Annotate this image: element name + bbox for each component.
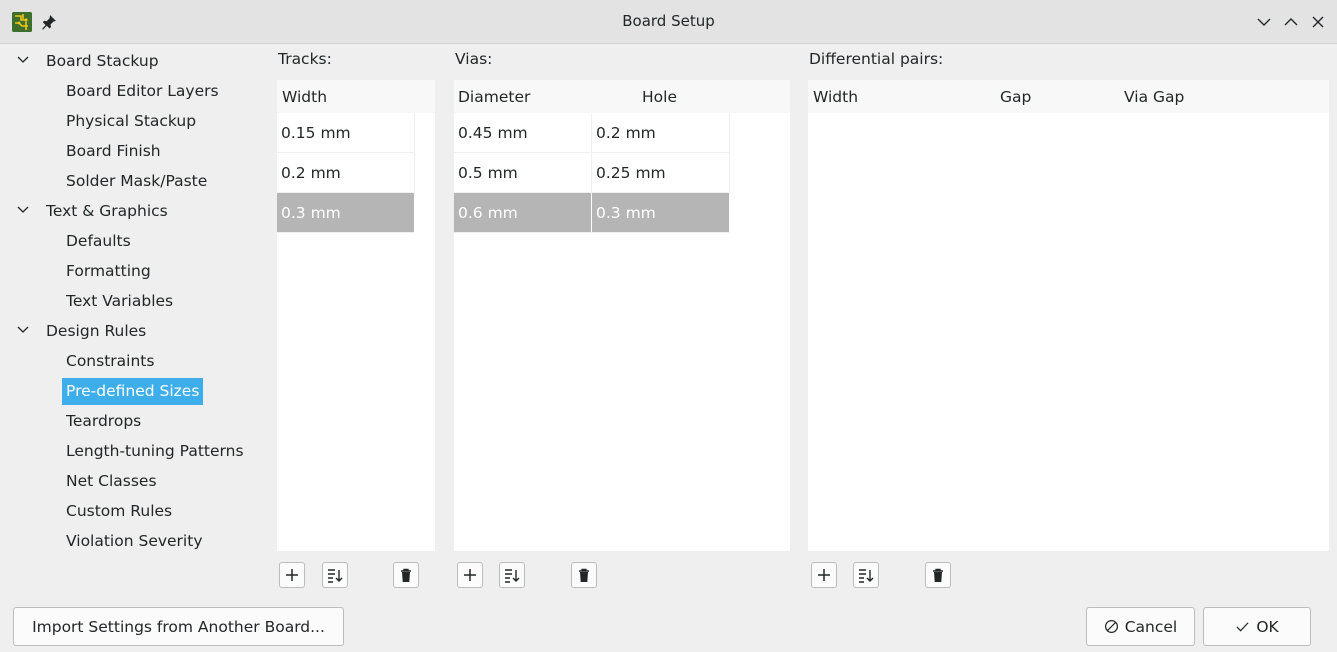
sort-diff-pairs-button[interactable] — [853, 562, 879, 588]
tree-item-text-variables[interactable]: Text Variables — [62, 288, 177, 315]
import-settings-label: Import Settings from Another Board... — [32, 617, 325, 636]
sort-vias-button[interactable] — [499, 562, 525, 588]
tree-group-label: Board Stackup — [46, 52, 159, 70]
grid-cell[interactable]: 0.25 mm — [592, 153, 730, 193]
tree-item-pre-defined-sizes[interactable]: Pre-defined Sizes — [62, 378, 204, 405]
ok-button[interactable]: OK — [1203, 607, 1311, 646]
tree-item-net-classes[interactable]: Net Classes — [62, 468, 161, 495]
tree-group-text-graphics[interactable]: Text & Graphics — [16, 198, 168, 225]
tree-item-constraints[interactable]: Constraints — [62, 348, 158, 375]
sort-icon — [859, 569, 874, 583]
tree-item-violation-severity[interactable]: Violation Severity — [62, 528, 207, 555]
tree-group-board-stackup[interactable]: Board Stackup — [16, 48, 159, 75]
diff-pairs-grid[interactable]: Width Gap Via Gap — [808, 80, 1329, 551]
plus-icon — [464, 569, 476, 581]
sort-tracks-button[interactable] — [322, 562, 348, 588]
add-track-button[interactable] — [279, 562, 305, 588]
tree-item-length-tuning-patterns[interactable]: Length-tuning Patterns — [62, 438, 248, 465]
tree-group-label: Design Rules — [46, 322, 147, 340]
cancel-circle-icon — [1104, 619, 1118, 634]
checkmark-icon — [1236, 622, 1249, 632]
sort-icon — [328, 569, 343, 583]
add-diff-pair-button[interactable] — [811, 562, 837, 588]
tree-item-solder-mask-paste[interactable]: Solder Mask/Paste — [62, 168, 211, 195]
grid-cell[interactable]: 0.45 mm — [454, 113, 592, 153]
tree-item-custom-rules[interactable]: Custom Rules — [62, 498, 176, 525]
grid-cell[interactable]: 0.2 mm — [277, 153, 415, 193]
diff-pairs-label: Differential pairs: — [809, 50, 944, 68]
chevron-down-icon[interactable] — [16, 318, 46, 345]
chevron-up-icon[interactable] — [1282, 13, 1300, 31]
cancel-button[interactable]: Cancel — [1086, 607, 1195, 646]
tree-item-board-finish[interactable]: Board Finish — [62, 138, 165, 165]
delete-diff-pair-button[interactable] — [925, 562, 951, 588]
settings-tree: Board Stackup Board Editor Layers Physic… — [0, 44, 265, 600]
chevron-down-icon[interactable] — [16, 198, 46, 225]
delete-via-button[interactable] — [571, 562, 597, 588]
column-header-width[interactable]: Width — [282, 80, 327, 113]
trash-icon — [933, 568, 943, 582]
add-via-button[interactable] — [457, 562, 483, 588]
tree-item-teardrops[interactable]: Teardrops — [62, 408, 145, 435]
vias-label: Vias: — [455, 50, 493, 68]
grid-header: Width Gap Via Gap — [808, 80, 1329, 113]
column-header-via-gap[interactable]: Via Gap — [1124, 80, 1184, 113]
ok-label: OK — [1256, 617, 1279, 636]
column-header-diameter[interactable]: Diameter — [458, 80, 530, 113]
grid-cell[interactable]: 0.15 mm — [277, 113, 415, 153]
tree-item-board-editor-layers[interactable]: Board Editor Layers — [62, 78, 223, 105]
cancel-label: Cancel — [1124, 617, 1178, 636]
chevron-down-icon[interactable] — [1255, 13, 1273, 31]
close-icon[interactable] — [1309, 13, 1327, 31]
chevron-down-icon[interactable] — [16, 48, 46, 75]
delete-track-button[interactable] — [393, 562, 419, 588]
column-header-hole[interactable]: Hole — [642, 80, 677, 113]
vias-grid[interactable]: Diameter Hole 0.45 mm 0.2 mm 0.5 mm 0.25… — [454, 80, 790, 551]
trash-icon — [401, 568, 411, 582]
grid-cell-selected[interactable]: 0.3 mm — [277, 193, 415, 233]
plus-icon — [818, 569, 830, 581]
grid-cell[interactable]: 0.2 mm — [592, 113, 730, 153]
window-title: Board Setup — [622, 12, 715, 30]
tree-group-design-rules[interactable]: Design Rules — [16, 318, 146, 345]
tree-group-label: Text & Graphics — [46, 202, 168, 220]
import-settings-button[interactable]: Import Settings from Another Board... — [13, 607, 344, 646]
tracks-label: Tracks: — [278, 50, 332, 68]
plus-icon — [286, 569, 298, 581]
column-header-width[interactable]: Width — [813, 80, 858, 113]
tree-item-defaults[interactable]: Defaults — [62, 228, 135, 255]
grid-cell[interactable]: 0.5 mm — [454, 153, 592, 193]
grid-header: Diameter Hole — [454, 80, 790, 113]
trash-icon — [579, 568, 589, 582]
grid-cell-selected[interactable]: 0.6 mm — [454, 193, 592, 233]
title-bar: Board Setup — [0, 0, 1337, 44]
grid-cell-selected[interactable]: 0.3 mm — [592, 193, 730, 233]
tree-item-physical-stackup[interactable]: Physical Stackup — [62, 108, 200, 135]
tree-item-formatting[interactable]: Formatting — [62, 258, 155, 285]
column-header-gap[interactable]: Gap — [1000, 80, 1031, 113]
grid-header: Width — [277, 80, 435, 113]
sort-icon — [505, 569, 520, 583]
tracks-grid[interactable]: Width 0.15 mm 0.2 mm 0.3 mm — [277, 80, 435, 551]
